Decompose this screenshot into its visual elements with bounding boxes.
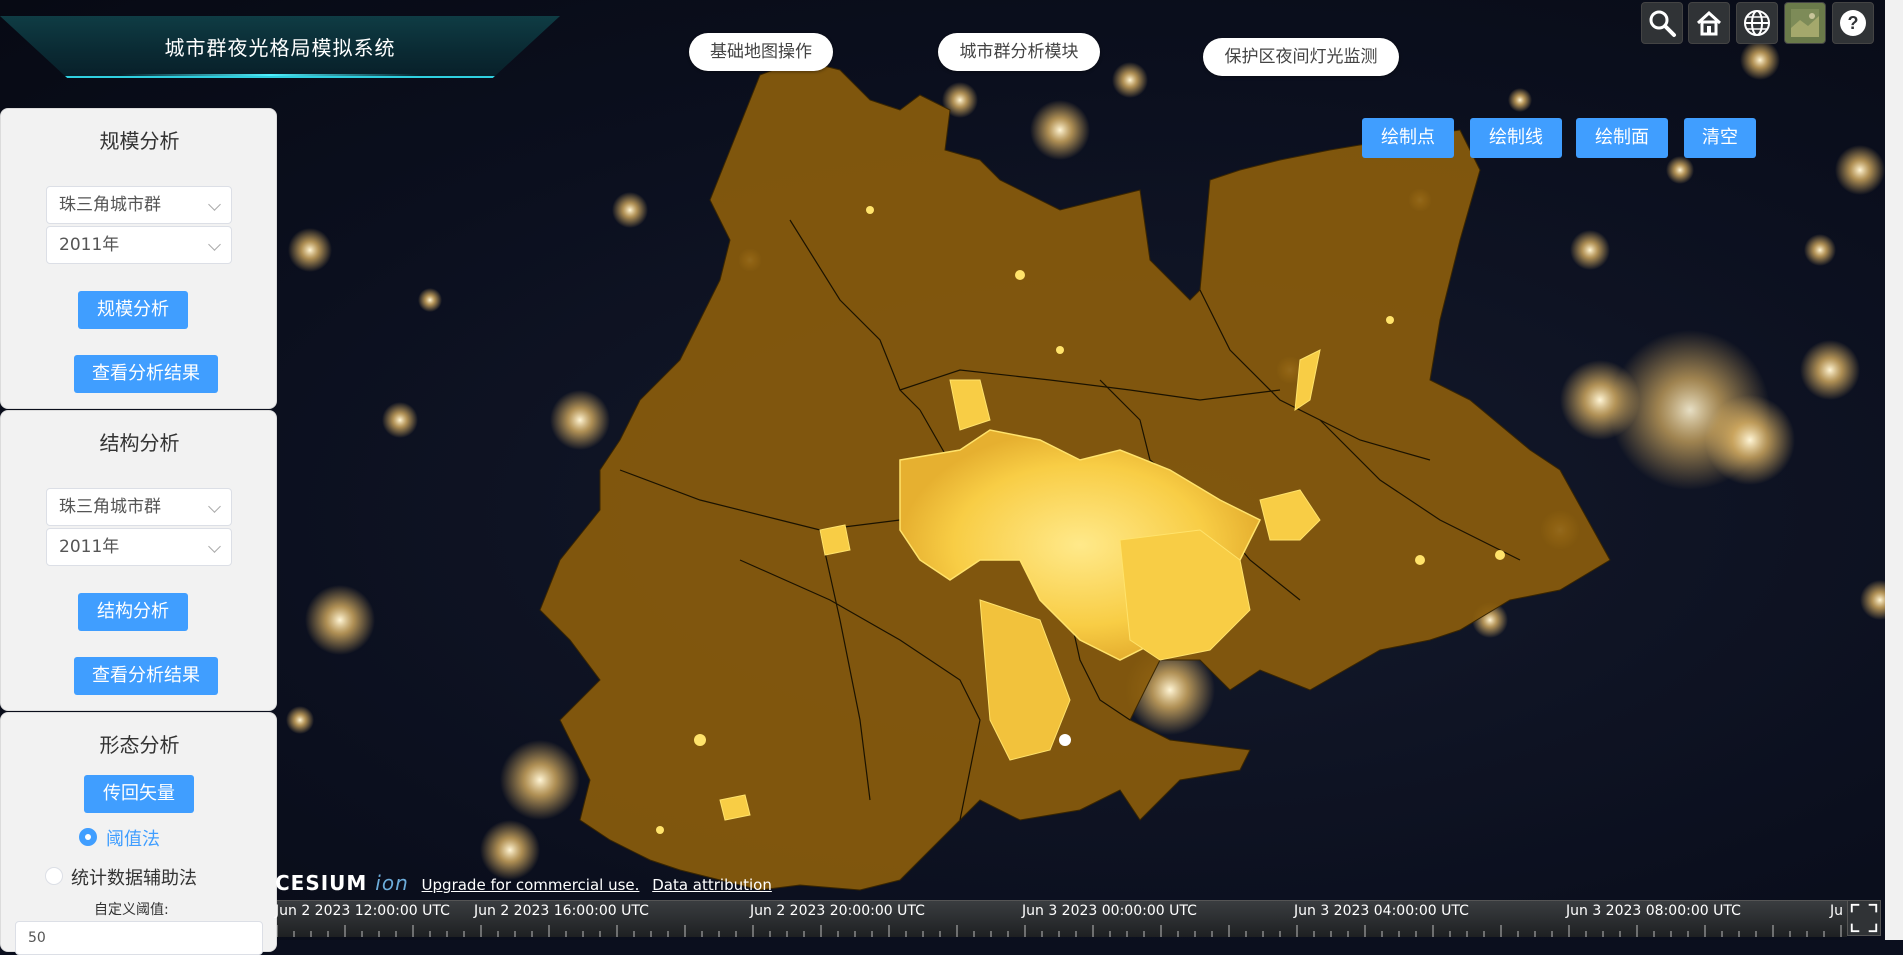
upload-vector-button[interactable]: 传回矢量 — [84, 775, 194, 813]
year-select-value: 2011年 — [59, 235, 120, 255]
cesium-credits: CESIUM ion Upgrade for commercial use. D… — [275, 871, 780, 895]
timeline-label: Ju — [1830, 903, 1844, 919]
timeline-bar[interactable]: Jun 2 2023 12:00:00 UTC Jun 2 2023 16:00… — [275, 900, 1847, 937]
panel-title: 规模分析 — [99, 129, 180, 153]
view-scale-result-button[interactable]: 查看分析结果 — [74, 355, 218, 393]
region-select[interactable]: 珠三角城市群 — [46, 186, 232, 224]
year-select[interactable]: 2011年 — [46, 528, 232, 566]
statistics-method-radio[interactable] — [45, 867, 63, 885]
draw-point-button[interactable]: 绘制点 — [1362, 118, 1454, 158]
nav-urban-agglomeration[interactable]: 城市群分析模块 — [938, 33, 1100, 71]
statistics-method-label[interactable]: 统计数据辅助法 — [71, 864, 197, 890]
chevron-down-icon — [208, 500, 221, 513]
threshold-input[interactable]: 50 — [15, 921, 263, 955]
year-select[interactable]: 2011年 — [46, 226, 232, 264]
app-title: 城市群夜光格局模拟系统 — [164, 36, 396, 60]
chevron-down-icon — [208, 198, 221, 211]
timeline-label: Jun 2 2023 20:00:00 UTC — [750, 903, 925, 919]
globe-icon[interactable] — [1736, 2, 1778, 44]
fullscreen-icon[interactable] — [1847, 900, 1881, 936]
scale-analysis-panel: 规模分析 珠三角城市群 2011年 规模分析 查看分析结果 — [0, 108, 277, 409]
structure-analysis-panel: 结构分析 珠三角城市群 2011年 结构分析 查看分析结果 — [0, 410, 277, 711]
timeline-label: Jun 2 2023 16:00:00 UTC — [474, 903, 649, 919]
cesium-logo[interactable]: CESIUM ion — [275, 871, 409, 895]
draw-polygon-button[interactable]: 绘制面 — [1576, 118, 1668, 158]
help-icon[interactable]: ? — [1832, 2, 1874, 44]
clear-button[interactable]: 清空 — [1684, 118, 1756, 158]
scale-analysis-button[interactable]: 规模分析 — [78, 291, 188, 329]
base-layer-picker-icon[interactable] — [1784, 2, 1826, 44]
help-icon-glyph: ? — [1848, 13, 1859, 33]
structure-analysis-button[interactable]: 结构分析 — [78, 593, 188, 631]
timeline-label: Jun 3 2023 04:00:00 UTC — [1294, 903, 1469, 919]
cesium-ion-text: ion — [375, 871, 409, 895]
threshold-method-radio[interactable] — [79, 828, 97, 846]
page-scrollbar[interactable] — [1885, 0, 1903, 940]
region-select-value: 珠三角城市群 — [59, 497, 161, 517]
search-icon[interactable] — [1641, 2, 1683, 44]
cesium-logo-text: CESIUM — [275, 871, 368, 895]
app-title-banner: 城市群夜光格局模拟系统 — [0, 16, 560, 78]
pearl-river-delta-region[interactable] — [539, 59, 1611, 891]
threshold-input-value: 50 — [28, 930, 46, 946]
threshold-label: 自定义阈值: — [94, 902, 169, 918]
timeline-ticks — [277, 925, 1842, 937]
region-select-value: 珠三角城市群 — [59, 195, 161, 215]
draw-line-button[interactable]: 绘制线 — [1470, 118, 1562, 158]
threshold-method-label[interactable]: 阈值法 — [106, 825, 160, 851]
panel-title: 形态分析 — [99, 733, 180, 757]
nav-reserve-monitoring[interactable]: 保护区夜间灯光监测 — [1203, 38, 1399, 76]
timeline-label: Jun 2 2023 12:00:00 UTC — [275, 903, 450, 919]
region-select[interactable]: 珠三角城市群 — [46, 488, 232, 526]
morphology-analysis-panel: 形态分析 传回矢量 阈值法 统计数据辅助法 自定义阈值: 50 — [0, 712, 277, 955]
home-icon[interactable] — [1688, 2, 1730, 44]
upgrade-link[interactable]: Upgrade for commercial use. — [422, 876, 640, 894]
view-structure-result-button[interactable]: 查看分析结果 — [74, 657, 218, 695]
chevron-down-icon — [208, 540, 221, 553]
data-attribution-link[interactable]: Data attribution — [652, 876, 772, 894]
nav-basic-map[interactable]: 基础地图操作 — [689, 33, 833, 71]
timeline-label: Jun 3 2023 08:00:00 UTC — [1566, 903, 1741, 919]
year-select-value: 2011年 — [59, 537, 120, 557]
chevron-down-icon — [208, 238, 221, 251]
panel-title: 结构分析 — [99, 431, 180, 455]
timeline-label: Jun 3 2023 00:00:00 UTC — [1022, 903, 1197, 919]
